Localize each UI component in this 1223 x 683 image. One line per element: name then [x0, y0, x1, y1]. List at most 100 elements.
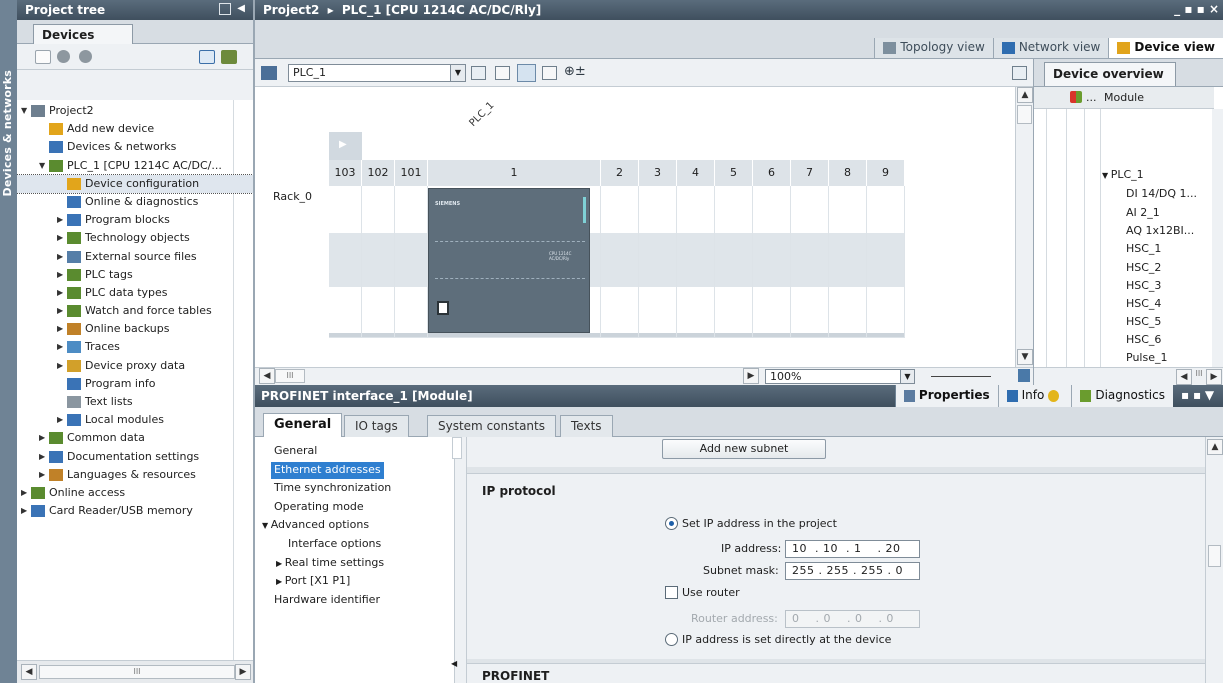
tree-item[interactable]: Program info	[17, 375, 253, 393]
tab-devices[interactable]: Devices	[33, 24, 133, 45]
overview-row[interactable]: DI 14/DQ 1...	[1126, 185, 1197, 203]
canvas-vscrollbar[interactable]: ▲ ▼	[1015, 87, 1033, 367]
collapsed-arrow-icon[interactable]: ▶	[57, 302, 67, 320]
chevron-down-icon[interactable]: ▼	[900, 370, 914, 383]
tab-properties[interactable]: Properties	[894, 385, 998, 407]
rack-slot[interactable]	[677, 186, 715, 338]
tab-general[interactable]: General	[263, 413, 343, 437]
module-display-icon[interactable]	[517, 64, 536, 82]
rack-expand-button[interactable]: ▶	[329, 132, 362, 160]
collapsed-arrow-icon[interactable]: ▶	[21, 484, 31, 502]
tree-item[interactable]: ▶ External source files	[17, 248, 253, 266]
tab-device-view[interactable]: Device view	[1108, 38, 1223, 58]
breadcrumb-device[interactable]: PLC_1 [CPU 1214C AC/DC/Rly]	[342, 3, 541, 17]
pin-icon[interactable]	[219, 3, 231, 15]
scroll-thumb[interactable]: III	[39, 665, 235, 679]
overview-row[interactable]: HSC_5	[1126, 313, 1161, 331]
set-ip-in-project-radio[interactable]	[665, 517, 678, 530]
collapsed-arrow-icon[interactable]: ▶	[276, 577, 285, 586]
details-view-icon[interactable]	[199, 50, 215, 64]
nav-item[interactable]: Time synchronization	[271, 480, 394, 497]
collapsed-arrow-icon[interactable]: ▶	[39, 448, 49, 466]
collapsed-arrow-icon[interactable]: ▶	[57, 284, 67, 302]
collapsed-arrow-icon[interactable]: ▶	[57, 320, 67, 338]
tree-item[interactable]: Online & diagnostics	[17, 193, 253, 211]
devices-networks-side-tab[interactable]: Devices & networks	[0, 0, 17, 683]
collapsed-arrow-icon[interactable]: ▶	[57, 248, 67, 266]
tree-item[interactable]: ▶ Traces	[17, 338, 253, 356]
overview-row[interactable]: AQ 1x12BI...	[1126, 222, 1194, 240]
collapsed-arrow-icon[interactable]: ▶	[57, 338, 67, 356]
collapsed-arrow-icon[interactable]: ▶	[39, 466, 49, 484]
tab-network-view[interactable]: Network view	[992, 38, 1109, 58]
ip-set-directly-radio[interactable]	[665, 633, 678, 646]
fit-icon[interactable]	[1018, 369, 1030, 382]
zoom-select[interactable]: 100% ▼	[765, 369, 915, 384]
content-vscroll-thumb[interactable]	[1208, 545, 1221, 567]
overview-hscrollbar[interactable]: ◀ III ▶	[1034, 367, 1223, 385]
rack-slot[interactable]	[395, 186, 428, 338]
canvas-hscroll-thumb[interactable]: III	[275, 369, 305, 383]
splitter[interactable]: ◀	[451, 437, 467, 683]
back-icon[interactable]	[57, 50, 70, 63]
tree-item[interactable]: ▶ Watch and force tables	[17, 302, 253, 320]
tree-item[interactable]: Text lists	[17, 393, 253, 411]
rack-slot[interactable]	[829, 186, 867, 338]
zoom-icon[interactable]: ⊕±	[564, 64, 586, 79]
collapsed-arrow-icon[interactable]: ▶	[57, 229, 67, 247]
tree-item[interactable]: ▶ PLC tags	[17, 266, 253, 284]
tree-item[interactable]: ▶ Device proxy data	[17, 357, 253, 375]
tree-item[interactable]: ▶ Online backups	[17, 320, 253, 338]
network-online-icon[interactable]	[221, 50, 237, 64]
zoom-slider[interactable]	[931, 376, 991, 377]
overview-row[interactable]: HSC_1	[1126, 240, 1161, 258]
overview-row[interactable]: HSC_6	[1126, 331, 1161, 349]
overview-row[interactable]: HSC_3	[1126, 277, 1161, 295]
rack-slot[interactable]	[715, 186, 753, 338]
window-controls[interactable]: _ ▪ ▪ ×	[1174, 2, 1219, 16]
nav-item[interactable]: ▶ Port [X1 P1]	[273, 573, 353, 590]
rack-slot[interactable]	[639, 186, 677, 338]
show-overview-icon[interactable]	[1012, 66, 1027, 80]
tree-item[interactable]: ▶ Online access	[17, 484, 253, 502]
rack-slot[interactable]	[329, 186, 362, 338]
scroll-up-icon[interactable]: ▲	[1207, 439, 1223, 455]
scroll-right-icon[interactable]: ▶	[743, 368, 759, 384]
device-view-canvas[interactable]: PLC_1 ▶ Rack_0 103 102 101 1 SIEMENS CPU 1214…	[255, 87, 1015, 367]
tree-item[interactable]: ▼ PLC_1 [CPU 1214C AC/DC/...	[17, 157, 253, 175]
collapse-panel-icon[interactable]: ◀	[237, 3, 245, 14]
rack-slot[interactable]	[867, 186, 905, 338]
rack-slot[interactable]	[791, 186, 829, 338]
scroll-left-icon[interactable]: ◀	[259, 368, 275, 384]
breadcrumb-project[interactable]: Project2	[263, 3, 319, 17]
expanded-arrow-icon[interactable]: ▼	[39, 157, 49, 175]
device-select[interactable]: PLC_1 ▼	[288, 64, 466, 82]
tree-item[interactable]: ▶ Technology objects	[17, 229, 253, 247]
nav-item[interactable]: ▶ Real time settings	[273, 555, 387, 572]
collapsed-arrow-icon[interactable]: ▶	[57, 266, 67, 284]
device-tree-icon[interactable]	[261, 66, 277, 80]
overview-row[interactable]: AI 2_1	[1126, 204, 1160, 222]
scroll-left-icon[interactable]: ◀	[21, 664, 37, 680]
tree-item[interactable]: Device configuration	[17, 173, 253, 194]
overview-hscroll-thumb[interactable]: III	[1192, 369, 1206, 383]
project-tree-hscrollbar[interactable]: ◀ III ▶	[17, 660, 253, 683]
tab-diagnostics[interactable]: Diagnostics	[1071, 385, 1173, 407]
nav-vscrollbar[interactable]	[452, 437, 462, 459]
tree-item[interactable]: ▼ Project2	[17, 102, 253, 120]
expanded-arrow-icon[interactable]: ▼	[1102, 171, 1111, 180]
tree-item[interactable]: Add new device	[17, 120, 253, 138]
collapsed-arrow-icon[interactable]: ▶	[39, 429, 49, 447]
overview-row[interactable]: HSC_4	[1126, 295, 1161, 313]
nav-item[interactable]: ▼ Advanced options	[259, 517, 372, 534]
collapse-nav-icon[interactable]: ◀	[451, 659, 457, 668]
nav-item[interactable]: Interface options	[285, 536, 384, 553]
tree-item[interactable]: Devices & networks	[17, 138, 253, 156]
overview-row[interactable]: Pulse_1	[1126, 349, 1167, 367]
subnet-mask-field[interactable]: 255 . 255 . 255 . 0	[785, 562, 920, 580]
nav-item[interactable]: Ethernet addresses	[271, 461, 384, 479]
panel-controls[interactable]: ▪ ▪ ▼	[1173, 385, 1223, 407]
overview-row[interactable]: ▼ PLC_1	[1102, 166, 1144, 184]
labels-icon[interactable]	[495, 66, 510, 80]
overview-row[interactable]: HSC_2	[1126, 259, 1161, 277]
